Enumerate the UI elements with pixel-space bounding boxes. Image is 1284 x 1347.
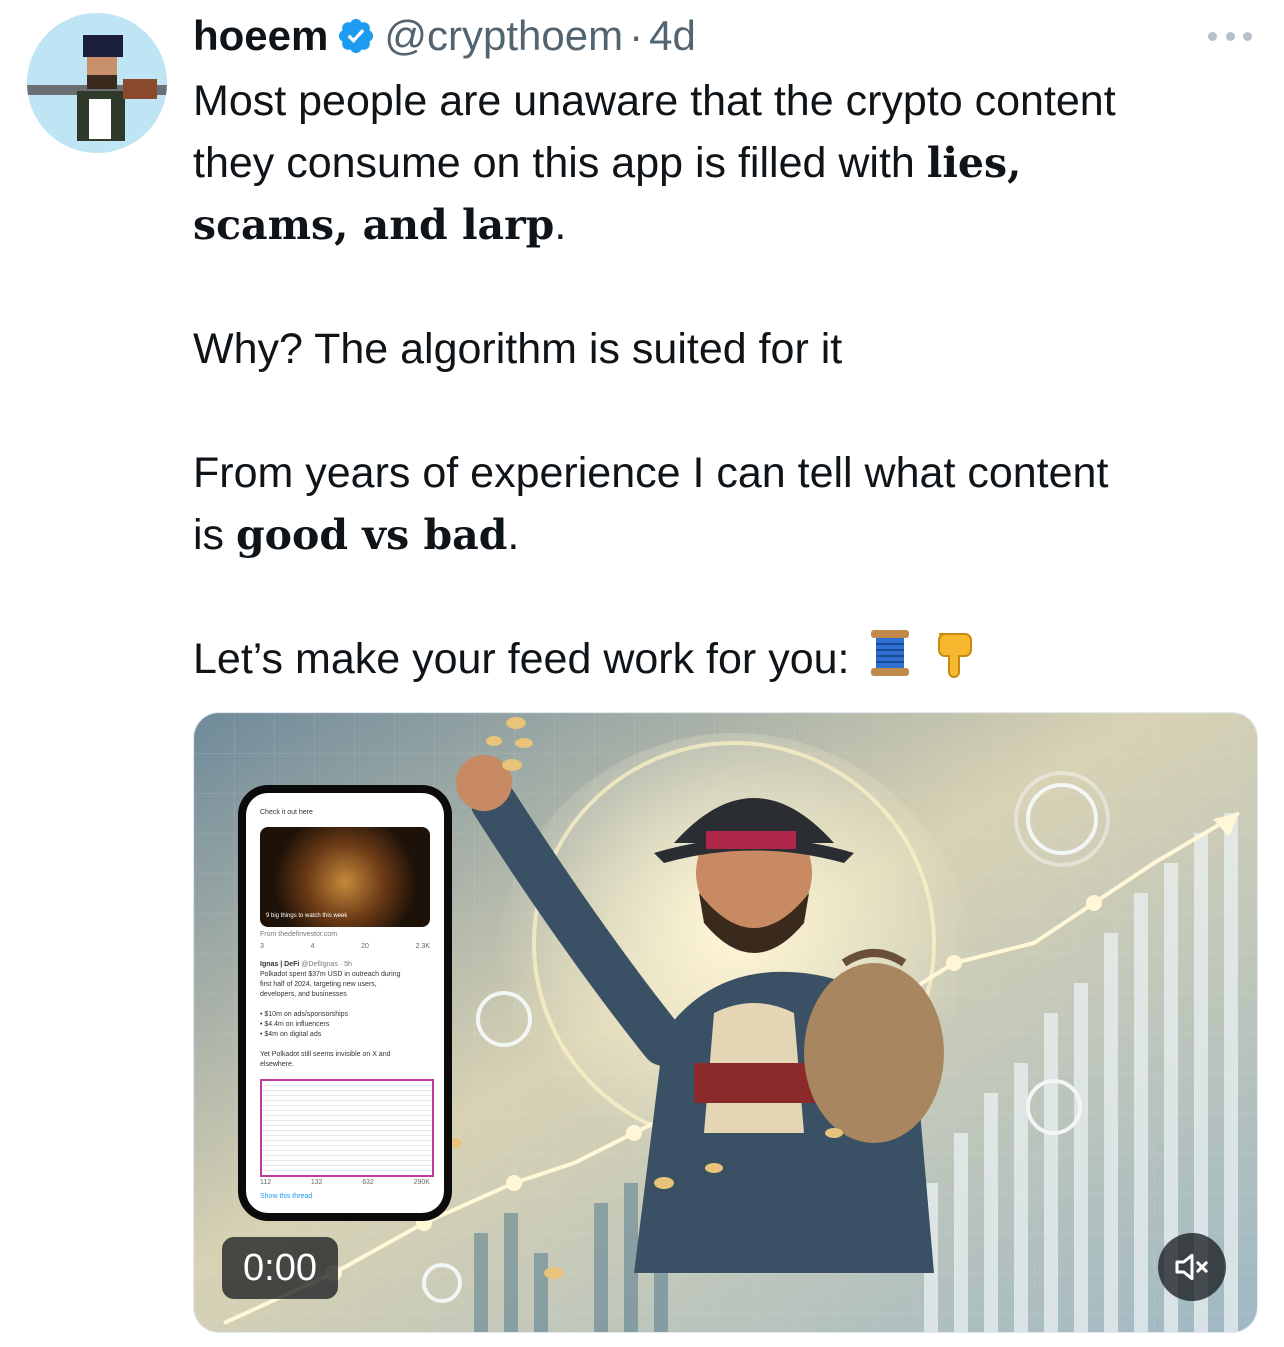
phone-stat: 4 bbox=[310, 943, 315, 950]
phone-stat: 2.3K bbox=[415, 943, 430, 950]
timestamp[interactable]: 4d bbox=[649, 12, 696, 60]
phone-mockup: Check it out here 9 big things to watch … bbox=[238, 785, 452, 1221]
header-separator: · bbox=[629, 12, 644, 59]
phone-stats-row: 3 4 20 2.3K bbox=[260, 943, 430, 950]
phone-author: Ignas | DeFi bbox=[260, 961, 300, 968]
tweet-line: scams, and larp. bbox=[193, 194, 1263, 256]
phone-table-image bbox=[260, 1079, 434, 1177]
phone-source: From thedefinvestor.com bbox=[260, 931, 338, 938]
bold-text-run: scams, and larp bbox=[193, 201, 555, 249]
phone-top-text: Check it out here bbox=[260, 809, 313, 816]
phone-bullet: • $4m on digital ads bbox=[260, 1031, 322, 1038]
text-run: Let’s make your feed work for you: bbox=[193, 635, 850, 683]
tweet-line: they consume on this app is filled with … bbox=[193, 132, 1263, 194]
phone-post-image bbox=[260, 827, 430, 927]
phone-show-thread: Show this thread bbox=[260, 1193, 313, 1200]
author-handle[interactable]: @crypthoem bbox=[384, 12, 623, 60]
phone-stat: 290K bbox=[413, 1179, 430, 1186]
phone-bullet: • $4.4m on influencers bbox=[260, 1021, 330, 1028]
phone-stat: 632 bbox=[362, 1179, 374, 1186]
dot bbox=[1208, 31, 1217, 41]
text-run: . bbox=[554, 201, 567, 249]
tweet-line: Most people are unaware that the crypto … bbox=[193, 70, 1263, 132]
phone-body: Polkadot spent $37m USD in outreach duri… bbox=[260, 971, 401, 978]
avatar-image bbox=[27, 13, 167, 153]
bold-text-run: lies, bbox=[926, 139, 1022, 187]
tweet-line: is good vs bad. bbox=[193, 504, 1263, 566]
phone-author-row: Ignas | DeFi @DefiIgnas · 5h bbox=[260, 961, 352, 968]
pointing-down-icon bbox=[931, 628, 977, 695]
more-options-icon[interactable] bbox=[1208, 22, 1252, 50]
text-run: they consume on this app is filled with bbox=[193, 139, 927, 187]
tweet-line: From years of experience I can tell what… bbox=[193, 442, 1263, 504]
dot bbox=[1225, 31, 1235, 41]
phone-stat: 112 bbox=[260, 1179, 272, 1186]
phone-body: Yet Polkadot still seems invisible on X … bbox=[260, 1051, 391, 1058]
avatar[interactable] bbox=[27, 13, 167, 153]
phone-image-caption: 9 big things to watch this week bbox=[266, 913, 348, 919]
mute-button[interactable] bbox=[1158, 1233, 1226, 1301]
tweet-text: Most people are unaware that the crypto … bbox=[193, 70, 1263, 695]
tweet-header: hoeem @crypthoem · 4d bbox=[193, 10, 696, 62]
text-run: Why? The algorithm is suited for it bbox=[193, 325, 843, 373]
phone-body: elsewhere. bbox=[260, 1061, 294, 1068]
phone-author-handle: @DefiIgnas · 5h bbox=[301, 961, 352, 968]
phone-screen: Check it out here 9 big things to watch … bbox=[246, 793, 444, 1213]
text-run: From years of experience I can tell what… bbox=[193, 449, 1109, 497]
phone-bullet: • $10m on ads/sponsorships bbox=[260, 1011, 349, 1018]
dot bbox=[1243, 31, 1252, 41]
phone-body: developers, and businesses bbox=[260, 991, 347, 998]
phone-stat: 132 bbox=[310, 1179, 323, 1186]
text-run: . bbox=[507, 511, 520, 559]
thread-spool-icon bbox=[869, 628, 911, 695]
phone-stat: 20 bbox=[361, 943, 369, 950]
phone-stats-row: 112 132 632 290K bbox=[260, 1179, 430, 1186]
author-name[interactable]: hoeem bbox=[193, 12, 328, 60]
bold-text-run: good vs bad bbox=[236, 511, 508, 559]
phone-stat: 3 bbox=[260, 943, 264, 950]
speaker-muted-icon bbox=[1175, 1253, 1208, 1281]
video-timer: 0:00 bbox=[222, 1237, 338, 1299]
text-run: is bbox=[193, 511, 236, 559]
verified-badge-icon bbox=[339, 18, 374, 54]
phone-body: first half of 2024, targeting new users, bbox=[260, 981, 377, 988]
tweet-line: Why? The algorithm is suited for it bbox=[193, 318, 1263, 380]
text-run: Most people are unaware that the crypto … bbox=[193, 77, 1116, 125]
tweet-video[interactable]: Check it out here 9 big things to watch … bbox=[193, 712, 1258, 1333]
tweet-line: Let’s make your feed work for you: bbox=[193, 628, 1263, 695]
